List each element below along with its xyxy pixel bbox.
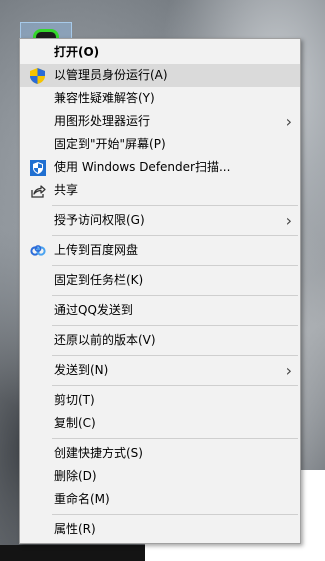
menu-item-open[interactable]: 打开(O) bbox=[20, 41, 300, 64]
menu-item-pin-to-taskbar[interactable]: 固定到任务栏(K) bbox=[20, 269, 300, 292]
menu-separator bbox=[52, 385, 298, 386]
share-icon bbox=[29, 182, 46, 199]
menu-item-label: 属性(R) bbox=[54, 522, 96, 536]
menu-item-grant-access[interactable]: 授予访问权限(G) › bbox=[20, 209, 300, 232]
menu-item-label: 上传到百度网盘 bbox=[54, 243, 139, 257]
menu-item-upload-baidu[interactable]: 上传到百度网盘 bbox=[20, 239, 300, 262]
menu-item-label: 使用 Windows Defender扫描... bbox=[54, 160, 231, 174]
menu-item-copy[interactable]: 复制(C) bbox=[20, 412, 300, 435]
menu-separator bbox=[52, 295, 298, 296]
menu-item-label: 复制(C) bbox=[54, 416, 96, 430]
menu-separator bbox=[52, 265, 298, 266]
menu-item-label: 固定到"开始"屏幕(P) bbox=[54, 137, 166, 151]
menu-item-label: 通过QQ发送到 bbox=[54, 303, 133, 317]
menu-item-label: 共享 bbox=[54, 183, 79, 197]
menu-separator bbox=[52, 325, 298, 326]
menu-separator bbox=[52, 205, 298, 206]
menu-item-restore-previous[interactable]: 还原以前的版本(V) bbox=[20, 329, 300, 352]
menu-item-cut[interactable]: 剪切(T) bbox=[20, 389, 300, 412]
menu-item-label: 删除(D) bbox=[54, 469, 97, 483]
menu-item-rename[interactable]: 重命名(M) bbox=[20, 488, 300, 511]
menu-item-label: 兼容性疑难解答(Y) bbox=[54, 91, 155, 105]
menu-item-label: 发送到(N) bbox=[54, 363, 109, 377]
menu-item-pin-to-start[interactable]: 固定到"开始"屏幕(P) bbox=[20, 133, 300, 156]
menu-item-label: 用图形处理器运行 bbox=[54, 114, 151, 128]
menu-item-label: 打开(O) bbox=[54, 45, 100, 59]
menu-item-share[interactable]: 共享 bbox=[20, 179, 300, 202]
menu-separator bbox=[52, 514, 298, 515]
menu-separator bbox=[52, 438, 298, 439]
menu-item-properties[interactable]: 属性(R) bbox=[20, 518, 300, 541]
menu-item-compat-troubleshoot[interactable]: 兼容性疑难解答(Y) bbox=[20, 87, 300, 110]
menu-item-label: 授予访问权限(G) bbox=[54, 213, 145, 227]
chevron-right-icon: › bbox=[285, 361, 292, 380]
chevron-right-icon: › bbox=[285, 211, 292, 230]
menu-item-label: 固定到任务栏(K) bbox=[54, 273, 144, 287]
menu-item-label: 创建快捷方式(S) bbox=[54, 446, 143, 460]
menu-item-delete[interactable]: 删除(D) bbox=[20, 465, 300, 488]
menu-item-defender-scan[interactable]: 使用 Windows Defender扫描... bbox=[20, 156, 300, 179]
menu-item-run-as-admin[interactable]: 以管理员身份运行(A) bbox=[20, 64, 300, 87]
menu-item-send-via-qq[interactable]: 通过QQ发送到 bbox=[20, 299, 300, 322]
chevron-right-icon: › bbox=[285, 112, 292, 131]
menu-item-run-with-gpu[interactable]: 用图形处理器运行 › bbox=[20, 110, 300, 133]
taskbar-edge bbox=[0, 545, 145, 561]
context-menu: 打开(O) 以管理员身份运行(A) 兼容性疑难解答(Y) 用图形处理器运行 › … bbox=[19, 38, 301, 544]
menu-item-send-to[interactable]: 发送到(N) › bbox=[20, 359, 300, 382]
menu-item-label: 还原以前的版本(V) bbox=[54, 333, 156, 347]
menu-separator bbox=[52, 235, 298, 236]
menu-item-label: 重命名(M) bbox=[54, 492, 110, 506]
menu-separator bbox=[52, 355, 298, 356]
baidu-netdisk-icon bbox=[29, 242, 46, 259]
menu-item-create-shortcut[interactable]: 创建快捷方式(S) bbox=[20, 442, 300, 465]
menu-item-label: 以管理员身份运行(A) bbox=[54, 68, 168, 82]
uac-shield-icon bbox=[29, 67, 46, 84]
defender-shield-icon bbox=[29, 159, 46, 176]
menu-item-label: 剪切(T) bbox=[54, 393, 95, 407]
